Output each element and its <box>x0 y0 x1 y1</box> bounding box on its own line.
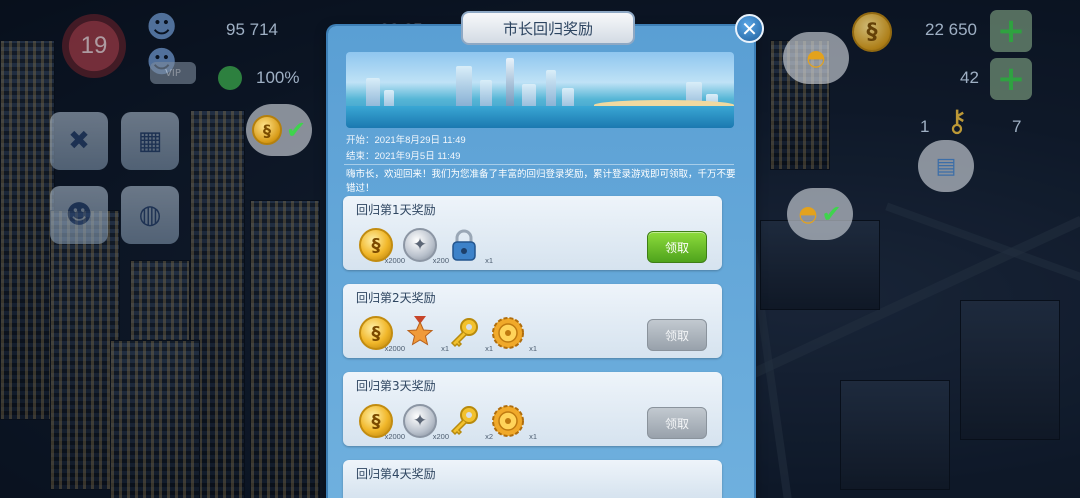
add-keys-button[interactable]: + <box>990 58 1032 100</box>
reward-card-day-1: 回归第1天奖励 § x2000 ✦ x200 x1 领取 <box>343 196 722 270</box>
collect-coins-bubble[interactable]: § ✔ <box>246 104 312 156</box>
reward-item: x1 <box>491 404 537 441</box>
reward-item: ✦ x200 <box>403 404 449 441</box>
keys-left-count: 1 <box>920 117 930 136</box>
reward-card-day-2: 回归第2天奖励 § x2000 x1 x1 x1 领取 <box>343 284 722 358</box>
reward-item: x1 <box>447 316 493 353</box>
construction-bubble[interactable]: ◓ <box>783 32 849 84</box>
close-icon: ✕ <box>741 16 758 41</box>
reward-card-title: 回归第3天奖励 <box>356 379 436 393</box>
end-date: 结束：2021年9月5日 11:49 <box>346 151 461 162</box>
level-badge[interactable]: 19 <box>62 14 126 78</box>
reward-qty: x1 <box>485 256 493 265</box>
people-icon: ☻ <box>65 200 93 230</box>
gear-token-icon <box>491 316 525 350</box>
level-number: 19 <box>80 32 108 59</box>
divider <box>344 164 734 165</box>
reward-qty: x1 <box>529 432 537 441</box>
clipboard-icon: ▤ <box>935 153 957 179</box>
reward-qty: x2000 <box>384 344 405 353</box>
reward-item: x1 <box>447 228 493 265</box>
intro-text: 嗨市长，欢迎回来！我们为您准备了丰富的回归登录奖励，累计登录游戏即可领取，千万不… <box>346 169 736 194</box>
reward-card-title: 回归第2天奖励 <box>356 291 436 305</box>
reward-qty: x1 <box>529 344 537 353</box>
reward-card-title: 回归第1天奖励 <box>356 203 436 217</box>
simoleon-icon: § <box>852 12 892 52</box>
reward-item: x2 <box>447 404 493 441</box>
start-date: 开始：2021年8月29日 11:49 <box>346 135 466 146</box>
happiness-icon <box>218 66 242 90</box>
reward-card-day-3: 回归第3天奖励 § x2000 ✦ x200 x2 x1 领取 <box>343 372 722 446</box>
city-banner-image <box>346 52 734 128</box>
golden-key-icon <box>447 316 481 350</box>
calendar-icon: ▦ <box>137 126 163 156</box>
simoleon-count: 22 650 <box>925 20 977 39</box>
add-simoleons-button[interactable]: + <box>990 10 1032 52</box>
checkmark-icon: ✔ <box>285 116 307 144</box>
population-count: 95 714 <box>226 20 278 39</box>
hardhat-icon: ◓ <box>806 45 826 71</box>
golden-key-icon <box>447 404 481 438</box>
reward-card-title: 回归第4天奖励 <box>356 467 436 481</box>
reward-item: § x2000 <box>359 228 405 265</box>
build-tools-button[interactable]: ✖ <box>50 112 108 170</box>
claim-button-day-2[interactable]: 领取 <box>647 319 707 351</box>
social-button[interactable]: ☻ <box>50 186 108 244</box>
reward-card-day-4: 回归第4天奖励 <box>343 460 722 498</box>
hardhat-icon: ◓ <box>798 201 818 227</box>
close-button[interactable]: ✕ <box>735 14 764 43</box>
gamepad-icon: ◍ <box>138 200 162 230</box>
golden-key-hud-icon: ⚷ <box>946 104 968 139</box>
reward-item: x1 <box>403 316 449 353</box>
vip-badge-icon: VIP <box>150 62 196 84</box>
calendar-button[interactable]: ▦ <box>121 112 179 170</box>
reward-qty: x2000 <box>384 256 405 265</box>
population-icon: ☻☻ <box>146 10 178 80</box>
coin-icon: § <box>251 115 282 145</box>
claim-button-day-1[interactable]: 领取 <box>647 231 707 263</box>
wrench-icon: ✖ <box>68 126 90 156</box>
golden-key-count: 42 <box>960 68 979 87</box>
happiness-percent: 100% <box>256 68 300 87</box>
reward-item: § x2000 <box>359 316 405 353</box>
checkmark-icon: ✔ <box>821 200 842 228</box>
event-dates: 开始：2021年8月29日 11:49 结束：2021年9月5日 11:49 <box>346 133 466 165</box>
medal-icon <box>403 316 437 350</box>
popup-title: 市长回归奖励 <box>461 11 635 45</box>
reward-qty: x2000 <box>384 432 405 441</box>
hardhat-check-bubble[interactable]: ◓ ✔ <box>787 188 853 240</box>
keys-right-count: 7 <box>1012 117 1022 136</box>
games-button[interactable]: ◍ <box>121 186 179 244</box>
padlock-icon <box>447 228 481 262</box>
gear-token-icon <box>491 404 525 438</box>
reward-item: x1 <box>491 316 537 353</box>
reward-item: § x2000 <box>359 404 405 441</box>
claim-button-day-3[interactable]: 领取 <box>647 407 707 439</box>
task-bubble[interactable]: ▤ <box>918 140 974 192</box>
reward-item: ✦ x200 <box>403 228 449 265</box>
